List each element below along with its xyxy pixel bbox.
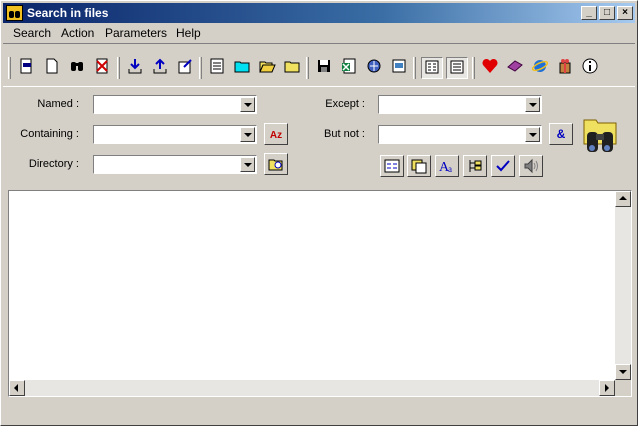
font-case-icon: Aa (439, 160, 452, 175)
binoculars-folder-icon (582, 114, 620, 156)
sound-icon (524, 158, 538, 174)
and-operator-button[interactable]: & (549, 123, 573, 145)
toolbar-separator (117, 57, 120, 79)
encoding-icon (384, 159, 400, 173)
app-binoculars-icon (6, 5, 23, 21)
scroll-right-button[interactable] (599, 380, 615, 396)
toolbar (3, 43, 635, 87)
toolbar-separator (413, 57, 416, 79)
scroll-down-button[interactable] (615, 364, 631, 380)
excel-export-icon[interactable] (338, 57, 360, 79)
gift-icon[interactable] (554, 57, 576, 79)
info-icon[interactable] (579, 57, 601, 79)
scroll-up-button[interactable] (615, 191, 631, 207)
folder-cyan-icon[interactable] (231, 57, 253, 79)
svg-text:a: a (448, 164, 452, 174)
subfolders-option-button[interactable] (463, 155, 487, 177)
browse-directory-button[interactable] (264, 153, 288, 175)
except-label: Except : (325, 98, 365, 110)
directory-dropdown-arrow[interactable] (240, 157, 255, 172)
case-sensitive-button[interactable]: Az (264, 123, 288, 145)
butnot-combobox[interactable] (378, 125, 542, 144)
encoding-option-button[interactable] (380, 155, 404, 177)
toolbar-separator (199, 57, 202, 79)
directory-combobox[interactable] (93, 155, 257, 174)
window-title: Search in files (27, 6, 109, 20)
folder-open-icon[interactable] (256, 57, 278, 79)
favorite-heart-icon[interactable] (479, 57, 501, 79)
menu-help[interactable]: Help (176, 26, 201, 40)
butnot-dropdown-arrow[interactable] (525, 127, 540, 142)
network-search-icon[interactable] (363, 57, 385, 79)
menu-action[interactable]: Action (61, 26, 94, 40)
horizontal-scrollbar[interactable] (9, 380, 615, 396)
results-list[interactable] (8, 190, 632, 397)
maximize-button[interactable]: □ (599, 6, 615, 20)
except-dropdown-arrow[interactable] (525, 97, 540, 112)
scroll-left-button[interactable] (9, 380, 25, 396)
except-combobox[interactable] (378, 95, 542, 114)
toolbar-separator (472, 57, 475, 79)
toolbar-separator (306, 57, 309, 79)
report-icon[interactable] (206, 57, 228, 79)
close-button[interactable]: × (617, 6, 633, 20)
toolbar-grip[interactable] (8, 57, 11, 79)
containing-input[interactable] (95, 127, 237, 142)
browse-folder-icon (268, 159, 283, 171)
list-view-icon[interactable] (446, 57, 468, 79)
title-bar[interactable]: Search in files _ □ × (3, 3, 635, 23)
detail-view-icon[interactable] (421, 57, 443, 79)
minimize-button[interactable]: _ (581, 6, 597, 20)
clear-results-icon[interactable] (91, 57, 113, 79)
named-dropdown-arrow[interactable] (240, 97, 255, 112)
ampersand-icon: & (556, 127, 566, 141)
export-edit-icon[interactable] (174, 57, 196, 79)
export-icon[interactable] (149, 57, 171, 79)
scrollbar-corner (615, 380, 631, 396)
containing-label: Containing : (20, 128, 79, 140)
menu-bar: Search Action Parameters Help (3, 23, 635, 42)
butnot-label: But not : (324, 128, 365, 140)
butnot-input[interactable] (380, 127, 522, 142)
containing-dropdown-arrow[interactable] (240, 127, 255, 142)
containing-combobox[interactable] (93, 125, 257, 144)
confirm-option-button[interactable] (491, 155, 515, 177)
internet-explorer-icon[interactable] (529, 57, 551, 79)
save-icon[interactable] (313, 57, 335, 79)
directory-input[interactable] (95, 157, 237, 172)
copy-files-option-button[interactable] (407, 155, 431, 177)
folder-icon[interactable] (281, 57, 303, 79)
book-icon[interactable] (504, 57, 526, 79)
search-in-files-window: Search in files _ □ × Search Action Para… (0, 0, 638, 426)
new-search-icon[interactable] (16, 57, 38, 79)
named-combobox[interactable] (93, 95, 257, 114)
check-icon (496, 160, 510, 172)
tree-icon (469, 160, 482, 172)
named-label: Named : (37, 98, 79, 110)
directory-label: Directory : (28, 158, 79, 170)
new-document-icon[interactable] (41, 57, 63, 79)
menu-parameters[interactable]: Parameters (105, 26, 167, 40)
except-input[interactable] (380, 97, 522, 112)
menu-search[interactable]: Search (13, 26, 51, 40)
find-binoculars-icon[interactable] (66, 57, 88, 79)
vertical-scrollbar[interactable] (615, 191, 631, 380)
copy-files-icon (411, 159, 427, 174)
import-icon[interactable] (124, 57, 146, 79)
named-input[interactable] (95, 97, 237, 112)
zip-search-icon[interactable] (388, 57, 410, 79)
case-az-icon: Az (269, 130, 283, 141)
sound-option-button[interactable] (519, 155, 543, 177)
font-case-option-button[interactable]: Aa (435, 155, 459, 177)
